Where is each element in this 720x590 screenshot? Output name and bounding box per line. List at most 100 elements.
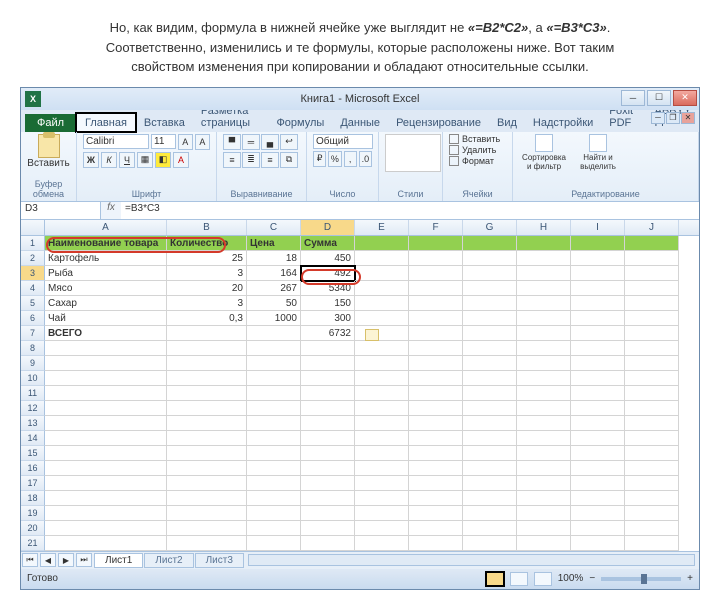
cell[interactable] [409, 416, 463, 431]
cell[interactable] [517, 386, 571, 401]
cell[interactable] [301, 461, 355, 476]
tab-home[interactable]: Главная [76, 113, 136, 132]
cell[interactable] [45, 521, 167, 536]
row-header[interactable]: 18 [21, 491, 45, 506]
row-header[interactable]: 10 [21, 371, 45, 386]
cell[interactable] [625, 431, 679, 446]
cell[interactable] [409, 401, 463, 416]
insert-cells-button[interactable]: Вставить [449, 134, 506, 144]
cell[interactable] [463, 431, 517, 446]
cell[interactable] [355, 446, 409, 461]
cell[interactable] [45, 476, 167, 491]
fill-color-button[interactable]: ◧ [155, 152, 171, 168]
cell[interactable] [167, 446, 247, 461]
cell[interactable] [355, 311, 409, 326]
autofill-options-icon[interactable] [365, 329, 379, 341]
cell[interactable]: 0,3 [167, 311, 247, 326]
tab-file[interactable]: Файл [25, 114, 76, 132]
tab-data[interactable]: Данные [332, 114, 388, 132]
cell[interactable] [247, 431, 301, 446]
col-header-B[interactable]: B [167, 220, 247, 235]
view-layout-button[interactable] [510, 572, 528, 586]
cell[interactable] [463, 266, 517, 281]
sheet-tab-2[interactable]: Лист2 [144, 553, 193, 568]
delete-cells-button[interactable]: Удалить [449, 145, 506, 155]
cell[interactable]: Сахар [45, 296, 167, 311]
cell[interactable] [167, 416, 247, 431]
inc-decimal[interactable]: .0 [359, 151, 372, 167]
cell[interactable] [355, 401, 409, 416]
row-header[interactable]: 19 [21, 506, 45, 521]
row-header[interactable]: 17 [21, 476, 45, 491]
cell[interactable] [167, 461, 247, 476]
cell[interactable] [301, 416, 355, 431]
cell[interactable] [301, 341, 355, 356]
cell[interactable] [247, 401, 301, 416]
wrap-text[interactable]: ↩ [280, 134, 298, 150]
cell[interactable] [571, 371, 625, 386]
cell[interactable] [409, 341, 463, 356]
font-color-button[interactable]: A [173, 152, 189, 168]
cell[interactable]: 25 [167, 251, 247, 266]
close-button[interactable]: ✕ [673, 90, 697, 106]
cell[interactable] [409, 236, 463, 251]
row-header[interactable]: 7 [21, 326, 45, 341]
cell[interactable] [625, 386, 679, 401]
cell[interactable] [517, 401, 571, 416]
row-header[interactable]: 8 [21, 341, 45, 356]
cell[interactable]: ВСЕГО [45, 326, 167, 341]
maximize-button[interactable]: ☐ [647, 90, 671, 106]
cell[interactable] [463, 446, 517, 461]
cell[interactable] [355, 506, 409, 521]
cell[interactable] [247, 536, 301, 551]
cell[interactable] [355, 536, 409, 551]
cell[interactable] [355, 416, 409, 431]
cell[interactable] [167, 506, 247, 521]
tab-view[interactable]: Вид [489, 114, 525, 132]
cell[interactable] [517, 431, 571, 446]
cell[interactable] [571, 251, 625, 266]
align-top[interactable]: ▀ [223, 134, 241, 150]
cell[interactable] [355, 266, 409, 281]
cell[interactable] [167, 476, 247, 491]
col-header-E[interactable]: E [355, 220, 409, 235]
sort-filter-button[interactable]: Сортировка и фильтр [519, 134, 569, 171]
cell[interactable] [625, 341, 679, 356]
cell[interactable] [167, 491, 247, 506]
row-header[interactable]: 11 [21, 386, 45, 401]
spreadsheet-grid[interactable]: A B C D E F G H I J 1Наименование товара… [21, 220, 699, 551]
cell[interactable] [517, 521, 571, 536]
cell[interactable] [517, 446, 571, 461]
border-button[interactable]: ▦ [137, 152, 153, 168]
cell[interactable] [355, 461, 409, 476]
cell[interactable] [301, 521, 355, 536]
cell[interactable] [409, 386, 463, 401]
cell[interactable] [45, 356, 167, 371]
cell[interactable] [463, 476, 517, 491]
zoom-in-button[interactable]: + [687, 573, 693, 584]
cell[interactable] [409, 431, 463, 446]
cell[interactable] [45, 446, 167, 461]
cell[interactable] [517, 236, 571, 251]
cell[interactable] [463, 521, 517, 536]
align-center[interactable]: ≣ [242, 152, 260, 168]
cell[interactable] [571, 536, 625, 551]
cell[interactable] [571, 236, 625, 251]
view-break-button[interactable] [534, 572, 552, 586]
fx-icon[interactable]: fx [101, 202, 121, 219]
zoom-slider[interactable] [601, 577, 681, 581]
row-header[interactable]: 20 [21, 521, 45, 536]
cell[interactable] [625, 236, 679, 251]
cell[interactable] [625, 521, 679, 536]
cell[interactable] [517, 356, 571, 371]
row-header[interactable]: 9 [21, 356, 45, 371]
cell[interactable] [247, 341, 301, 356]
cell[interactable] [45, 536, 167, 551]
cell[interactable] [355, 371, 409, 386]
cell[interactable] [463, 506, 517, 521]
number-format-select[interactable]: Общий [313, 134, 373, 149]
cell[interactable] [625, 371, 679, 386]
col-header-G[interactable]: G [463, 220, 517, 235]
cell[interactable] [45, 506, 167, 521]
cell[interactable] [517, 311, 571, 326]
